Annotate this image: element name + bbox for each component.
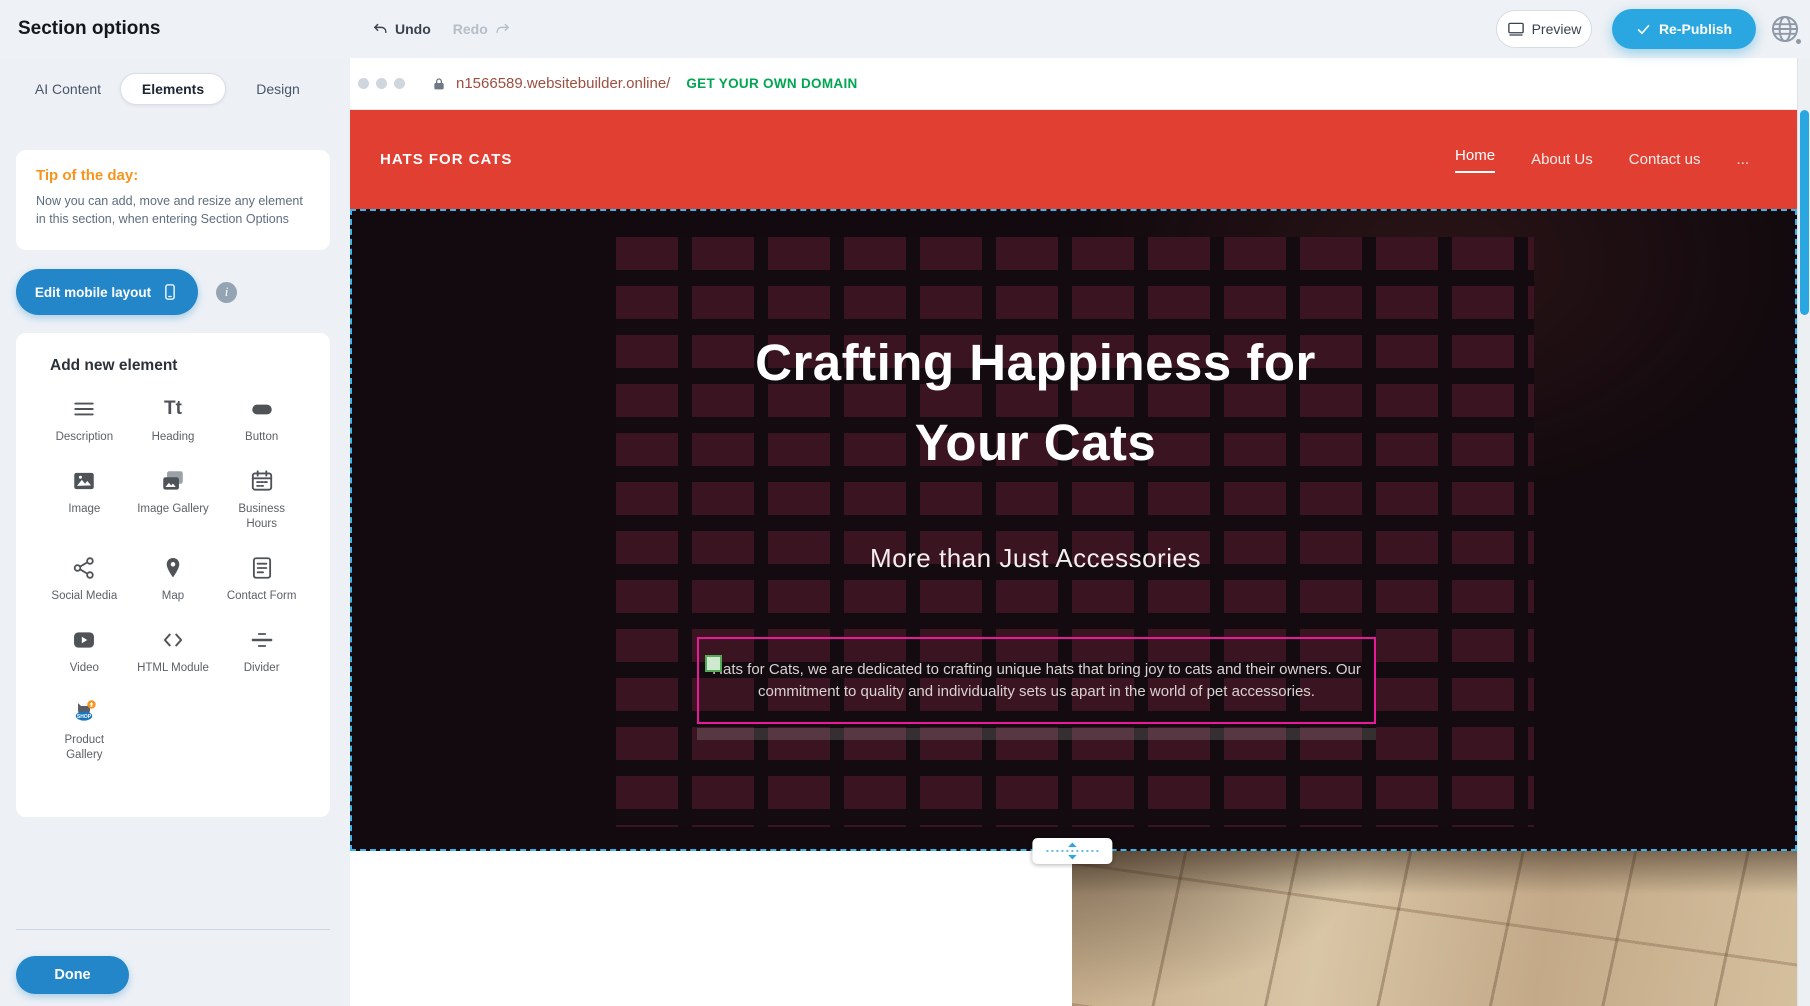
site-preview-area: n1566589.websitebuilder.online/ GET YOUR… <box>350 58 1797 1006</box>
sidebar-divider <box>16 929 330 930</box>
html-module-icon <box>160 626 186 654</box>
browser-chrome: n1566589.websitebuilder.online/ GET YOUR… <box>350 58 1797 110</box>
next-section-blank <box>350 851 1072 1006</box>
image-icon <box>71 467 97 495</box>
element-label: Description <box>56 430 114 445</box>
site-url: n1566589.websitebuilder.online/ <box>456 75 670 92</box>
element-label: Business Hours <box>224 502 300 532</box>
topbar: Section options Undo Redo Preview Re-Pub… <box>0 0 1810 58</box>
element-label: Product Gallery <box>46 733 122 763</box>
element-label: Image Gallery <box>137 502 209 517</box>
next-section <box>350 851 1797 1006</box>
add-element-title: Add new element <box>50 357 304 375</box>
element-label: HTML Module <box>137 661 209 676</box>
nav-contact-us[interactable]: Contact us <box>1629 151 1701 168</box>
scrollbar-thumb[interactable] <box>1800 110 1809 315</box>
edit-mobile-label: Edit mobile layout <box>35 285 151 300</box>
add-element-description[interactable]: Description <box>42 395 127 445</box>
edit-mobile-layout-button[interactable]: Edit mobile layout <box>16 269 198 315</box>
element-label: Heading <box>152 430 195 445</box>
globe-icon <box>1768 12 1802 46</box>
add-element-image[interactable]: Image <box>42 467 127 532</box>
image-gallery-icon <box>160 467 186 495</box>
add-element-product-gallery[interactable]: SHOP Product Gallery <box>42 698 127 763</box>
done-button[interactable]: Done <box>16 956 129 994</box>
add-element-video[interactable]: Video <box>42 626 127 676</box>
phone-icon <box>161 283 179 301</box>
nav-home[interactable]: Home <box>1455 147 1495 173</box>
hero-subheading[interactable]: More than Just Accessories <box>352 543 1719 574</box>
nav-about-us[interactable]: About Us <box>1531 151 1593 168</box>
add-element-html-module[interactable]: HTML Module <box>131 626 216 676</box>
add-element-button[interactable]: Button <box>219 395 304 445</box>
next-section-photo[interactable] <box>1072 851 1797 1006</box>
element-label: Contact Form <box>227 589 297 604</box>
element-drag-handle[interactable] <box>705 655 722 672</box>
edit-mobile-row: Edit mobile layout i <box>16 269 334 315</box>
republish-label: Re-Publish <box>1659 21 1732 37</box>
map-pin-icon <box>160 554 186 582</box>
resize-arrows-icon <box>1044 842 1100 860</box>
video-icon <box>71 626 97 654</box>
social-media-icon <box>71 554 97 582</box>
language-globe-button[interactable] <box>1768 12 1802 46</box>
hero-heading[interactable]: Crafting Happiness for Your Cats <box>352 323 1719 483</box>
scrollbar-track[interactable] <box>1797 58 1810 1006</box>
monitor-icon <box>1507 20 1525 38</box>
add-element-business-hours[interactable]: Business Hours <box>219 467 304 532</box>
sidebar: AI Content Elements Design Tip of the da… <box>0 58 350 1006</box>
paragraph-ghost-strip <box>697 728 1376 740</box>
tab-design[interactable]: Design <box>226 73 330 105</box>
button-icon <box>249 395 275 423</box>
business-hours-icon <box>249 467 275 495</box>
element-grid: Description Tt Heading Button Image Imag… <box>42 395 304 763</box>
site-logo: HATS FOR CATS <box>380 151 512 168</box>
lock-icon <box>431 76 447 92</box>
add-element-contact-form[interactable]: Contact Form <box>219 554 304 604</box>
topbar-actions: Preview Re-Publish <box>0 0 1810 58</box>
element-label: Map <box>162 589 184 604</box>
add-element-social-media[interactable]: Social Media <box>42 554 127 604</box>
hero-paragraph-text: Hats for Cats, we are dedicated to craft… <box>699 659 1374 703</box>
element-label: Button <box>245 430 278 445</box>
add-element-divider[interactable]: Divider <box>219 626 304 676</box>
add-element-image-gallery[interactable]: Image Gallery <box>131 467 216 532</box>
window-dots <box>358 78 405 89</box>
element-label: Image <box>68 502 100 517</box>
check-icon <box>1636 22 1651 37</box>
section-resize-handle[interactable] <box>1032 838 1112 864</box>
republish-button[interactable]: Re-Publish <box>1612 9 1756 49</box>
preview-button[interactable]: Preview <box>1496 10 1592 48</box>
app-root: Section options Undo Redo Preview Re-Pub… <box>0 0 1810 1006</box>
element-label: Divider <box>244 661 280 676</box>
hero-paragraph-selected[interactable]: Hats for Cats, we are dedicated to craft… <box>697 637 1376 724</box>
element-label: Social Media <box>51 589 117 604</box>
add-element-heading[interactable]: Tt Heading <box>131 395 216 445</box>
add-new-element-card: Add new element Description Tt Heading B… <box>16 333 330 817</box>
sidebar-tabs: AI Content Elements Design <box>16 73 330 105</box>
description-icon <box>71 395 97 423</box>
contact-form-icon <box>249 554 275 582</box>
get-domain-link[interactable]: GET YOUR OWN DOMAIN <box>686 76 857 91</box>
heading-icon: Tt <box>164 395 182 423</box>
tab-ai-content[interactable]: AI Content <box>16 73 120 105</box>
product-gallery-icon: SHOP <box>69 698 99 726</box>
preview-label: Preview <box>1532 21 1582 37</box>
site-header: HATS FOR CATS Home About Us Contact us .… <box>350 110 1797 209</box>
shop-badge-label: SHOP <box>77 713 92 719</box>
nav-more[interactable]: ... <box>1736 151 1749 168</box>
tip-body: Now you can add, move and resize any ele… <box>36 192 310 228</box>
info-icon[interactable]: i <box>216 282 237 303</box>
add-element-map[interactable]: Map <box>131 554 216 604</box>
hero-section-selected[interactable]: Crafting Happiness for Your Cats More th… <box>350 209 1797 851</box>
site-nav: Home About Us Contact us ... <box>1455 147 1749 173</box>
element-label: Video <box>70 661 99 676</box>
tab-elements[interactable]: Elements <box>120 73 226 105</box>
tip-title: Tip of the day: <box>36 167 310 184</box>
tip-of-the-day-card: Tip of the day: Now you can add, move an… <box>16 150 330 250</box>
divider-icon <box>249 626 275 654</box>
